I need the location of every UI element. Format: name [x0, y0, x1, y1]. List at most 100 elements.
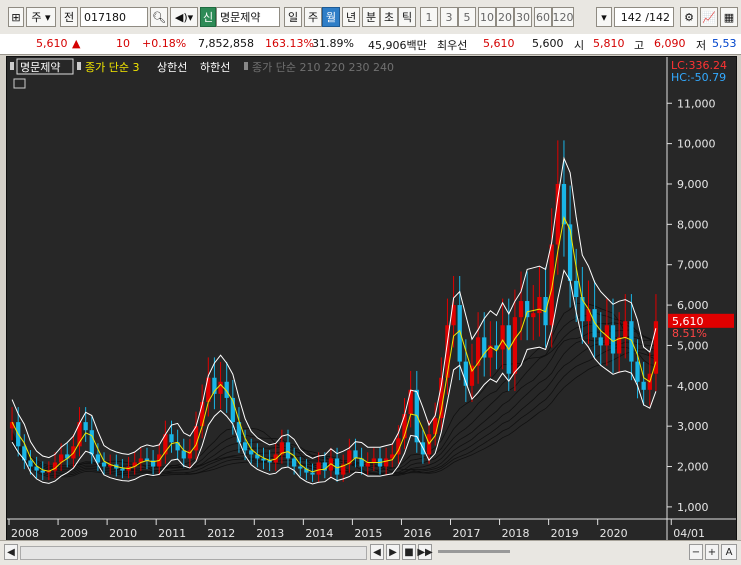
- candle-body: [457, 305, 462, 362]
- candle-body: [641, 381, 646, 390]
- candle-body: [586, 309, 591, 322]
- lower-band-line: [11, 269, 657, 485]
- y-tick-label: 1,000: [677, 501, 709, 514]
- long-ma-line: [11, 341, 656, 476]
- open: 5,810: [593, 37, 625, 50]
- layout-icon[interactable]: ⊞: [8, 7, 24, 27]
- x-tick-label: 2015: [354, 527, 382, 540]
- candle-body: [298, 466, 303, 469]
- x-tick-label: 2014: [305, 527, 333, 540]
- x-tick-label: 2010: [109, 527, 137, 540]
- price: 5,610: [36, 37, 68, 50]
- x-tick-label: 2009: [60, 527, 88, 540]
- stock-name-field[interactable]: 명문제약: [216, 7, 280, 27]
- candle-body: [433, 418, 438, 435]
- candle-body: [549, 244, 554, 326]
- y-tick-label: 6,000: [677, 299, 709, 312]
- candle-body: [285, 442, 291, 459]
- bid: 5,600: [532, 37, 564, 50]
- period-tick[interactable]: 틱: [398, 7, 416, 27]
- count-field[interactable]: 142 /142: [614, 7, 674, 27]
- legend-ma3: 종가 단순 3: [85, 61, 139, 74]
- low: 5,53: [712, 37, 737, 50]
- candle-body: [371, 458, 377, 463]
- candle-body: [518, 301, 524, 318]
- candle-body: [555, 183, 560, 245]
- n-1[interactable]: 1: [420, 7, 438, 27]
- candle-body: [383, 458, 389, 467]
- market-select[interactable]: 주 ▾: [26, 7, 56, 27]
- period-second[interactable]: 초: [380, 7, 398, 27]
- stop-button[interactable]: ■: [402, 544, 416, 560]
- n-5[interactable]: 5: [458, 7, 476, 27]
- market-all[interactable]: 전: [60, 7, 78, 27]
- n-3[interactable]: 3: [440, 7, 458, 27]
- candle-body: [310, 472, 315, 475]
- next-button[interactable]: ▶: [386, 544, 400, 560]
- chart-area[interactable]: 1,000 2,000 3,000 4,000 5,000 6,000 7,000 8,000…: [6, 56, 737, 542]
- y-tick-label: 10,000: [677, 138, 716, 151]
- x-tick-label: 2012: [207, 527, 235, 540]
- candle-body: [567, 224, 573, 281]
- y-tick-label: 7,000: [677, 259, 709, 272]
- scroll-track[interactable]: [20, 546, 367, 560]
- n-10[interactable]: 10: [478, 7, 496, 27]
- candle-body: [40, 470, 45, 473]
- price-chart[interactable]: 1,000 2,000 3,000 4,000 5,000 6,000 7,000 8,000…: [7, 57, 736, 541]
- candle-body: [482, 337, 487, 358]
- quote-bar: 5,610 ▲ 10 +0.18% 7,852,858 163.13% 31.89% 45,9…: [0, 34, 741, 55]
- y-tick-label: 8,000: [677, 218, 709, 231]
- zoom-in-button[interactable]: +: [705, 544, 719, 560]
- y-tick-label: 5,000: [677, 339, 709, 352]
- candle-body: [89, 430, 94, 455]
- settings-icon[interactable]: ⚙: [680, 7, 698, 27]
- candle-body: [512, 317, 518, 374]
- zoom-out-button[interactable]: −: [689, 544, 703, 560]
- candle-body: [500, 325, 505, 350]
- prev-button[interactable]: ◀: [370, 544, 384, 560]
- code-input[interactable]: 017180: [80, 7, 148, 27]
- candle-body: [635, 361, 640, 382]
- y-tick-label: 2,000: [677, 461, 709, 474]
- candle-body: [574, 280, 579, 297]
- period-minute[interactable]: 분: [362, 7, 380, 27]
- period-month[interactable]: 월: [322, 7, 340, 27]
- legend-ma-long: 종가 단순 210 220 230 240: [252, 61, 394, 74]
- turnover: 31.89%: [312, 37, 354, 50]
- fast-forward-button[interactable]: ▶▶: [417, 544, 433, 560]
- candle-body: [353, 450, 358, 459]
- high-label: 고: [634, 39, 645, 52]
- candle-body: [28, 460, 33, 467]
- n-120[interactable]: 120: [552, 7, 574, 27]
- chart-icon[interactable]: 📈: [700, 7, 718, 27]
- font-button[interactable]: A: [721, 544, 737, 560]
- x-tick-label: 2016: [403, 527, 431, 540]
- candle-body: [531, 313, 536, 318]
- search-icon[interactable]: 🔍︎: [150, 7, 168, 27]
- candle-body: [537, 297, 542, 314]
- n-20[interactable]: 20: [496, 7, 514, 27]
- volume: 7,852,858: [198, 37, 254, 50]
- count-dropdown[interactable]: ▾: [596, 7, 612, 27]
- period-year[interactable]: 년: [342, 7, 360, 27]
- change-rate: +0.18%: [142, 37, 187, 50]
- candle-body: [408, 389, 413, 415]
- n-60[interactable]: 60: [534, 7, 552, 27]
- long-ma-line: [11, 335, 656, 476]
- sound-icon[interactable]: ◀)▾: [170, 7, 198, 27]
- period-day[interactable]: 일: [284, 7, 302, 27]
- table-icon: [13, 78, 26, 89]
- candle-body: [101, 462, 107, 467]
- legend-marker: [244, 62, 248, 70]
- scroll-left-button[interactable]: ◀: [4, 544, 18, 560]
- x-tick-label: 2018: [502, 527, 530, 540]
- period-week[interactable]: 주: [304, 7, 322, 27]
- x-tick-label: 2013: [256, 527, 284, 540]
- long-ma-line: [11, 302, 656, 473]
- x-tick-label: 2011: [158, 527, 186, 540]
- high: 6,090: [654, 37, 686, 50]
- speed-slider[interactable]: [438, 550, 510, 553]
- grid-icon[interactable]: ▦: [720, 7, 738, 27]
- new-badge[interactable]: 신: [200, 7, 216, 27]
- n-30[interactable]: 30: [514, 7, 532, 27]
